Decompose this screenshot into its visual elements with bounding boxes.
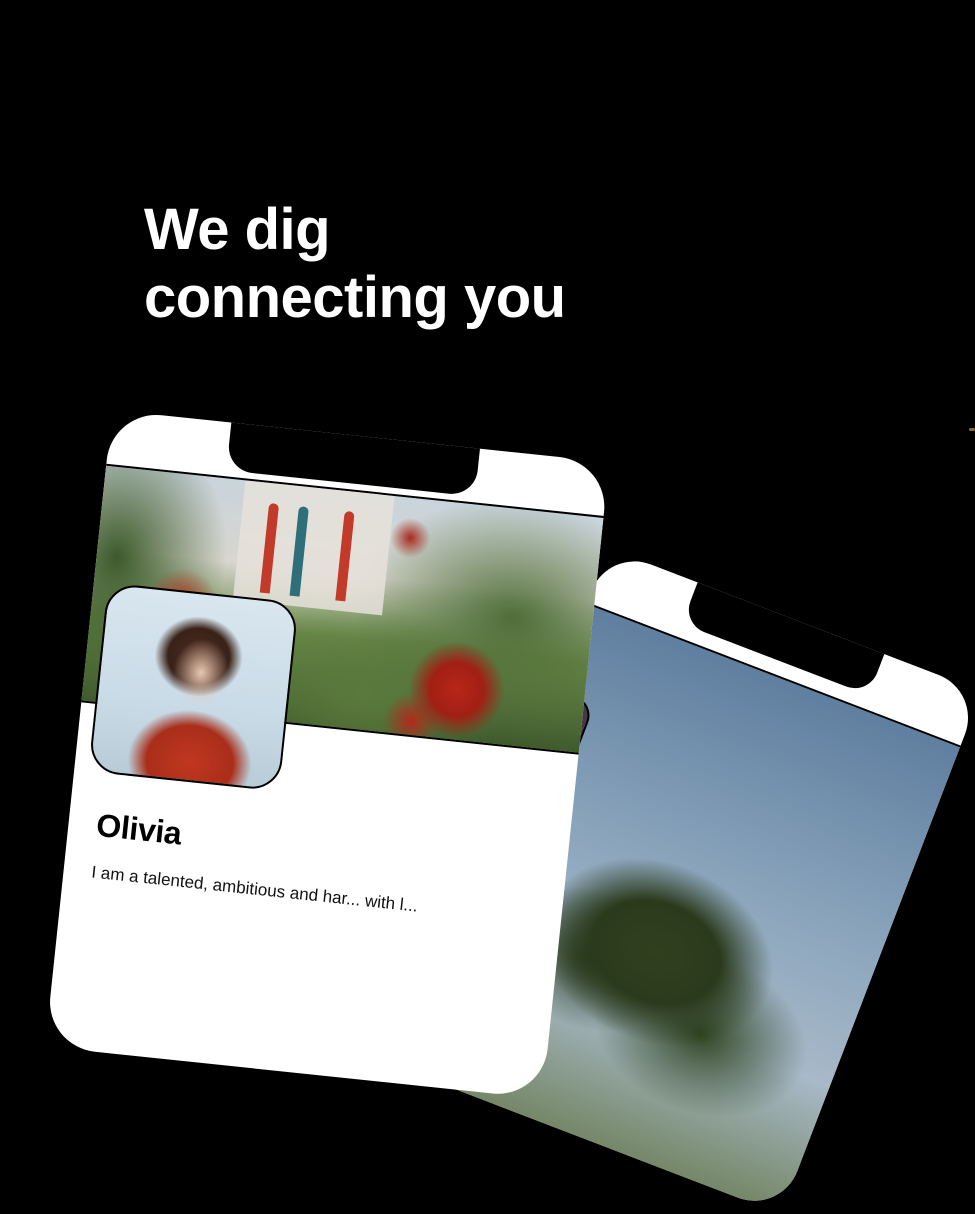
church-building (232, 480, 395, 616)
phone-mockup-front: Olivia I am a talented, ambitious and ha… (45, 410, 610, 1099)
profile-name: Olivia (94, 806, 184, 852)
profile-avatar[interactable] (88, 582, 299, 792)
hero-headline-line-2: connecting you (144, 265, 566, 330)
hero-headline-line-1: We dig (144, 197, 331, 262)
profile-bio: I am a talented, ambitious and har... wi… (90, 862, 419, 916)
decorative-spark (969, 428, 975, 431)
hero-headline: We dig connecting you (144, 196, 566, 332)
